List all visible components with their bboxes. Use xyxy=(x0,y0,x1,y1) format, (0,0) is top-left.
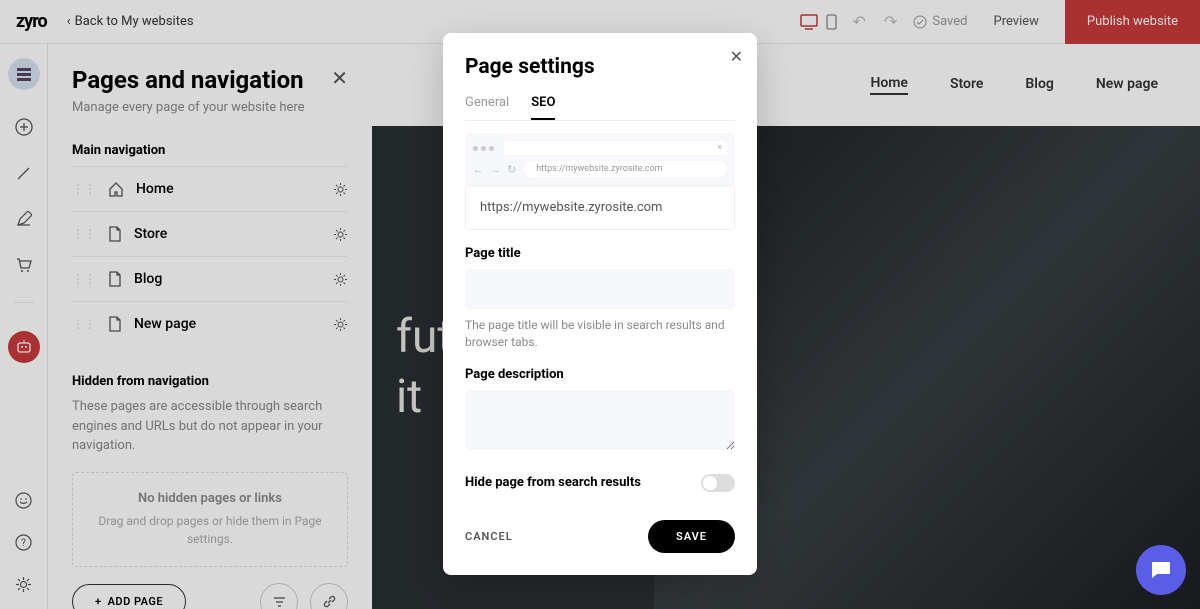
page-url-display: https://mywebsite.zyrosite.com xyxy=(465,185,735,230)
tab-general[interactable]: General xyxy=(465,95,509,120)
arrow-left-icon: ← xyxy=(473,163,484,176)
chat-icon xyxy=(1149,559,1173,581)
preview-url: https://mywebsite.zyrosite.com xyxy=(524,161,727,177)
close-icon: × xyxy=(717,143,722,153)
hide-page-label: Hide page from search results xyxy=(465,475,641,490)
page-description-label: Page description xyxy=(465,367,735,382)
chat-button[interactable] xyxy=(1136,545,1186,595)
tab-seo[interactable]: SEO xyxy=(531,95,555,120)
hide-page-toggle[interactable] xyxy=(701,474,735,492)
save-button[interactable]: SAVE xyxy=(648,520,735,553)
page-title-label: Page title xyxy=(465,246,735,261)
reload-icon: ↻ xyxy=(507,163,516,176)
modal-close-button[interactable]: ✕ xyxy=(730,47,743,66)
page-title-hint: The page title will be visible in search… xyxy=(465,317,735,351)
modal-title: Page settings xyxy=(465,55,735,79)
page-description-input[interactable] xyxy=(465,390,735,450)
page-settings-modal: ✕ Page settings General SEO × ← → ↻ http… xyxy=(443,33,757,575)
arrow-right-icon: → xyxy=(490,163,501,176)
page-title-input[interactable] xyxy=(465,269,735,309)
browser-preview: × ← → ↻ https://mywebsite.zyrosite.com xyxy=(465,133,735,185)
cancel-button[interactable]: CANCEL xyxy=(465,530,513,543)
